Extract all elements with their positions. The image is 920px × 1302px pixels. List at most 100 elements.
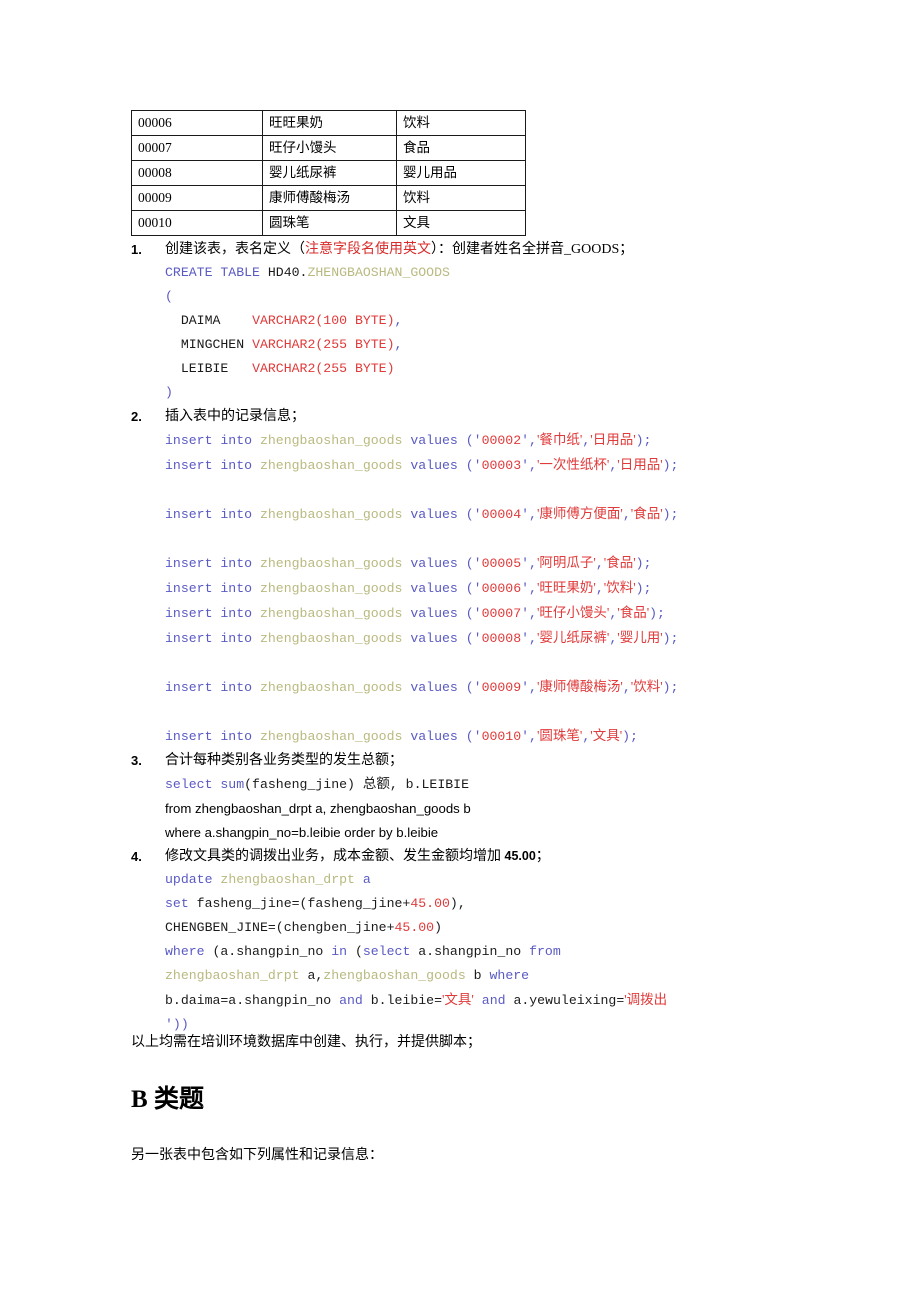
item-3-text: 合计每种类别各业务类型的发生总额；	[165, 753, 403, 768]
insert-table-name: zhengbaoshan_goods	[259, 729, 403, 744]
insert-close: );	[635, 556, 652, 571]
create-column-0: DAIMA VARCHAR2(100 BYTE),	[165, 309, 831, 333]
kw-update: update	[165, 872, 221, 887]
col-indent	[165, 313, 181, 328]
insert-value-name: '康师傅酸梅汤'	[536, 679, 623, 694]
insert-sep-1: ',	[521, 433, 537, 448]
col-1-comma: ,	[394, 337, 403, 352]
tail-note: 以上均需在培训环境数据库中创建、执行，并提供脚本；	[131, 1035, 481, 1050]
kw-where: where	[165, 944, 213, 959]
insert-value-name: '餐巾纸'	[536, 432, 583, 447]
select-where-line: where a.shangpin_no=b.leibie order by b.…	[165, 825, 439, 840]
insert-close: );	[662, 680, 679, 695]
insert-value-name: '旺旺果奶'	[536, 580, 596, 595]
cell-category: 饮料	[396, 185, 526, 211]
insert-open: ('	[465, 507, 482, 522]
insert-statement: insert into zhengbaoshan_goods values ('…	[165, 502, 831, 527]
set-expr-2: CHENGBEN_JINE=(chengben_jine+	[165, 920, 395, 935]
where-part-c: a.shangpin_no	[410, 944, 530, 959]
insert-open: ('	[465, 680, 482, 695]
item-1-text-pre: 创建该表，表名定义（	[165, 242, 305, 257]
cell-code: 00008	[131, 160, 263, 186]
kw-insert-into: insert into	[165, 606, 260, 621]
insert-value-code: 00002	[481, 433, 522, 448]
insert-statement: insert into zhengbaoshan_goods values ('…	[165, 675, 831, 700]
set-expr-1-end: ),	[449, 896, 466, 911]
kw-insert-into: insert into	[165, 581, 260, 596]
update-line-5: zhengbaoshan_drpt a,zhengbaoshan_goods b…	[165, 964, 831, 988]
sub-mid-1: a,	[299, 968, 324, 983]
goods-table: 00006 旺旺果奶 饮料 00007 旺仔小馒头 食品 00008 婴儿纸尿裤…	[131, 110, 526, 236]
insert-value-name: '旺仔小馒头'	[536, 605, 610, 620]
insert-value-name: '一次性纸杯'	[536, 457, 610, 472]
insert-open: ('	[465, 729, 482, 744]
kw-insert-into: insert into	[165, 458, 260, 473]
insert-value-code: 00003	[481, 458, 522, 473]
insert-sep-2: ,	[622, 507, 631, 522]
insert-statement: insert into zhengbaoshan_goods values ('…	[165, 626, 831, 651]
insert-value-code: 00007	[481, 606, 522, 621]
kw-in: in	[331, 944, 355, 959]
set-amount-1: 45.00	[410, 896, 450, 911]
cell-name: 康师傅酸梅汤	[262, 185, 397, 211]
kw-create-table: CREATE TABLE	[165, 265, 268, 280]
cell-code: 00010	[131, 210, 263, 236]
cell-name: 旺仔小馒头	[262, 135, 397, 161]
insert-sep-1: ',	[521, 581, 537, 596]
insert-sep-1: ',	[521, 729, 537, 744]
insert-value-code: 00006	[481, 581, 522, 596]
list-item-3: 3. 合计每种类别各业务类型的发生总额； select sum(fasheng_…	[131, 749, 831, 845]
insert-table-name: zhengbaoshan_goods	[259, 606, 403, 621]
kw-insert-into: insert into	[165, 729, 260, 744]
cell-name: 婴儿纸尿裤	[262, 160, 397, 186]
item-1-number: 1.	[131, 242, 142, 257]
set-amount-2: 45.00	[394, 920, 435, 935]
insert-open: ('	[465, 458, 482, 473]
col-2-pad	[228, 361, 252, 376]
table-row: 00010 圆珠笔 文具	[131, 210, 526, 236]
kw-insert-into: insert into	[165, 433, 260, 448]
cell-code: 00006	[131, 110, 263, 136]
kw-subselect: select	[362, 944, 411, 959]
insert-sep-2: ,	[595, 556, 604, 571]
insert-sep-1: ',	[521, 631, 537, 646]
update-line-2: set fasheng_jine=(fasheng_jine+45.00),	[165, 892, 831, 916]
list-item-1: 1. 创建该表，表名定义（注意字段名使用英文）：创建者姓名全拼音_GOODS； …	[131, 238, 831, 405]
insert-table-name: zhengbaoshan_goods	[259, 433, 403, 448]
select-expr: (fasheng_jine)	[244, 777, 363, 792]
insert-value-category: '婴儿用'	[617, 630, 663, 645]
insert-value-category: '文具'	[590, 728, 623, 743]
schema-name: HD40.	[267, 265, 308, 280]
insert-value-code: 00010	[481, 729, 522, 744]
kw-values: values	[402, 581, 466, 596]
create-column-2: LEIBIE VARCHAR2(255 BYTE)	[165, 357, 831, 381]
insert-sep-2: ,	[595, 581, 604, 596]
col-1-name: MINGCHEN	[180, 337, 245, 352]
kw-and-1: and	[339, 993, 363, 1008]
insert-open: ('	[465, 556, 482, 571]
list-item-2: 2. 插入表中的记录信息； insert into zhengbaoshan_g…	[131, 405, 831, 749]
insert-value-code: 00009	[481, 680, 522, 695]
kw-values: values	[402, 729, 466, 744]
insert-table-name: zhengbaoshan_goods	[259, 631, 403, 646]
insert-statement: insert into zhengbaoshan_goods values ('…	[165, 601, 831, 626]
kw-from: from	[529, 944, 561, 959]
create-column-1: MINGCHEN VARCHAR2(255 BYTE),	[165, 333, 831, 357]
kw-set: set	[165, 896, 197, 911]
item-2-number: 2.	[131, 409, 142, 424]
cell-category: 文具	[396, 210, 526, 236]
insert-statement: insert into zhengbaoshan_goods values ('…	[165, 724, 831, 749]
insert-value-category: '食品'	[630, 506, 663, 521]
exercise-list: 1. 创建该表，表名定义（注意字段名使用英文）：创建者姓名全拼音_GOODS； …	[131, 238, 831, 1037]
insert-value-name: '圆珠笔'	[536, 728, 583, 743]
kw-subwhere: where	[489, 968, 530, 983]
insert-statement: insert into zhengbaoshan_goods values ('…	[165, 551, 831, 576]
sub-cond-3: a.yewuleixing=	[505, 993, 625, 1008]
insert-sep-1: ',	[521, 458, 537, 473]
kw-values: values	[402, 556, 466, 571]
item-4-number: 4.	[131, 849, 142, 864]
sub-string-2: '调拨出	[624, 992, 668, 1007]
create-table-close-paren: )	[165, 381, 831, 405]
insert-open: ('	[465, 581, 482, 596]
